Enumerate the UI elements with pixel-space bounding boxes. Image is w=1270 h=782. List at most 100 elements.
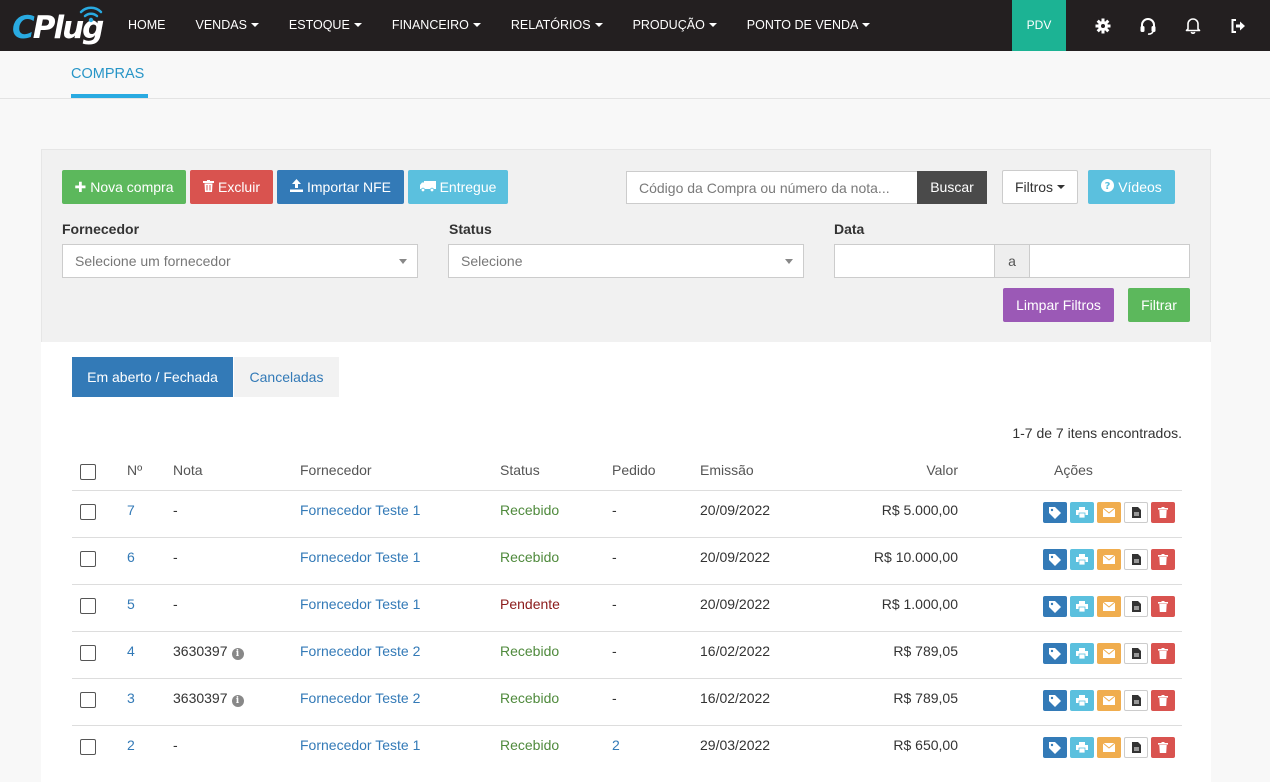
row-checkbox[interactable] bbox=[80, 645, 96, 661]
nav-item-produ-o[interactable]: PRODUÇÃO bbox=[618, 0, 732, 51]
bell-icon[interactable] bbox=[1173, 0, 1213, 51]
clear-filters-button[interactable]: Limpar Filtros bbox=[1003, 288, 1114, 322]
nav-item-relat-rios[interactable]: RELATÓRIOS bbox=[496, 0, 618, 51]
row-issue-date: 29/03/2022 bbox=[700, 737, 771, 753]
nav-item-vendas[interactable]: VENDAS bbox=[181, 0, 274, 51]
tab-open-closed[interactable]: Em aberto / Fechada bbox=[72, 357, 233, 397]
gear-icon[interactable] bbox=[1083, 0, 1123, 51]
import-nfe-button[interactable]: Importar NFE bbox=[277, 170, 404, 204]
email-action-button[interactable] bbox=[1097, 549, 1121, 570]
row-checkbox[interactable] bbox=[80, 504, 96, 520]
document-action-button[interactable] bbox=[1124, 502, 1148, 523]
email-action-button[interactable] bbox=[1097, 643, 1121, 664]
tag-action-button[interactable] bbox=[1043, 690, 1067, 711]
table-row: 4 3630397 i Fornecedor Teste 2 Recebido - 16/0… bbox=[72, 631, 1182, 678]
tag-action-button[interactable] bbox=[1043, 549, 1067, 570]
row-value: R$ 789,05 bbox=[893, 690, 958, 706]
status-select[interactable]: Selecione bbox=[448, 244, 804, 278]
print-action-button[interactable] bbox=[1070, 690, 1094, 711]
print-action-button[interactable] bbox=[1070, 643, 1094, 664]
nav-item-estoque[interactable]: ESTOQUE bbox=[274, 0, 377, 51]
supplier-select[interactable]: Selecione um fornecedor bbox=[62, 244, 418, 278]
new-purchase-button[interactable]: ✚ Nova compra bbox=[62, 170, 186, 204]
delete-action-button[interactable] bbox=[1151, 737, 1175, 758]
info-icon[interactable]: i bbox=[231, 648, 244, 660]
delete-action-button[interactable] bbox=[1151, 643, 1175, 664]
tag-action-button[interactable] bbox=[1043, 502, 1067, 523]
row-supplier-link[interactable]: Fornecedor Teste 1 bbox=[300, 491, 420, 537]
row-checkbox[interactable] bbox=[80, 692, 96, 708]
nav-item-financeiro[interactable]: FINANCEIRO bbox=[377, 0, 496, 51]
tag-action-button[interactable] bbox=[1043, 643, 1067, 664]
tab-compras[interactable]: COMPRAS bbox=[71, 51, 148, 98]
info-icon[interactable]: i bbox=[231, 695, 244, 707]
tag-action-button[interactable] bbox=[1043, 737, 1067, 758]
print-icon bbox=[1076, 554, 1088, 565]
row-number-link[interactable]: 6 bbox=[127, 538, 135, 584]
row-order[interactable]: 2 bbox=[612, 726, 620, 772]
search-button[interactable]: Buscar bbox=[917, 171, 987, 204]
headset-icon[interactable] bbox=[1128, 0, 1168, 51]
row-number-link[interactable]: 3 bbox=[127, 679, 135, 725]
row-actions bbox=[1043, 549, 1175, 570]
filters-dropdown-button[interactable]: Filtros bbox=[1002, 170, 1078, 204]
email-action-button[interactable] bbox=[1097, 690, 1121, 711]
row-actions bbox=[1043, 737, 1175, 758]
select-all-checkbox[interactable] bbox=[80, 464, 96, 480]
apply-filters-button[interactable]: Filtrar bbox=[1128, 288, 1190, 322]
videos-button[interactable]: ? Vídeos bbox=[1088, 170, 1175, 204]
row-number-link[interactable]: 2 bbox=[127, 726, 135, 772]
tag-icon bbox=[1049, 506, 1061, 519]
row-supplier-link[interactable]: Fornecedor Teste 1 bbox=[300, 585, 420, 631]
row-checkbox[interactable] bbox=[80, 551, 96, 567]
document-action-button[interactable] bbox=[1124, 690, 1148, 711]
top-navbar: CPlug HOME VENDAS ESTOQUE FINANCEIRO RELATÓR… bbox=[0, 0, 1270, 51]
delete-action-button[interactable] bbox=[1151, 690, 1175, 711]
email-action-button[interactable] bbox=[1097, 737, 1121, 758]
row-checkbox[interactable] bbox=[80, 739, 96, 755]
document-action-button[interactable] bbox=[1124, 549, 1148, 570]
print-action-button[interactable] bbox=[1070, 737, 1094, 758]
delivered-button[interactable]: Entregue bbox=[408, 170, 508, 204]
header-nota[interactable]: Nota bbox=[173, 462, 203, 478]
header-issue-date[interactable]: Emissão bbox=[700, 462, 754, 478]
cplug-logo[interactable]: CPlug bbox=[12, 4, 108, 48]
date-end-input[interactable] bbox=[1029, 244, 1190, 278]
document-action-button[interactable] bbox=[1124, 596, 1148, 617]
search-input[interactable] bbox=[626, 171, 918, 204]
print-action-button[interactable] bbox=[1070, 596, 1094, 617]
row-nota: 3630397 i bbox=[173, 679, 244, 725]
row-number-link[interactable]: 5 bbox=[127, 585, 135, 631]
header-status[interactable]: Status bbox=[500, 462, 540, 478]
header-order[interactable]: Pedido bbox=[612, 462, 656, 478]
row-number-link[interactable]: 4 bbox=[127, 632, 135, 678]
row-number-link[interactable]: 7 bbox=[127, 491, 135, 537]
row-supplier-link[interactable]: Fornecedor Teste 2 bbox=[300, 679, 420, 725]
document-action-button[interactable] bbox=[1124, 737, 1148, 758]
email-action-button[interactable] bbox=[1097, 596, 1121, 617]
print-action-button[interactable] bbox=[1070, 549, 1094, 570]
header-supplier[interactable]: Fornecedor bbox=[300, 462, 372, 478]
date-start-input[interactable] bbox=[834, 244, 995, 278]
row-supplier-link[interactable]: Fornecedor Teste 1 bbox=[300, 726, 420, 772]
header-number[interactable]: Nº bbox=[127, 462, 142, 478]
document-action-button[interactable] bbox=[1124, 643, 1148, 664]
nav-item-ponto-de-venda[interactable]: PONTO DE VENDA bbox=[732, 0, 886, 51]
row-supplier-link[interactable]: Fornecedor Teste 1 bbox=[300, 538, 420, 584]
print-action-button[interactable] bbox=[1070, 502, 1094, 523]
email-action-button[interactable] bbox=[1097, 502, 1121, 523]
row-supplier-link[interactable]: Fornecedor Teste 2 bbox=[300, 632, 420, 678]
pdv-button[interactable]: PDV bbox=[1012, 0, 1066, 51]
delete-button[interactable]: Excluir bbox=[190, 170, 273, 204]
row-order: - bbox=[612, 643, 617, 659]
nav-item-home[interactable]: HOME bbox=[113, 0, 181, 51]
delete-action-button[interactable] bbox=[1151, 502, 1175, 523]
tab-canceled[interactable]: Canceladas bbox=[234, 357, 339, 397]
del-icon bbox=[1158, 742, 1168, 753]
header-value[interactable]: Valor bbox=[857, 462, 958, 478]
logout-icon[interactable] bbox=[1218, 0, 1258, 51]
delete-action-button[interactable] bbox=[1151, 549, 1175, 570]
row-checkbox[interactable] bbox=[80, 598, 96, 614]
tag-action-button[interactable] bbox=[1043, 596, 1067, 617]
delete-action-button[interactable] bbox=[1151, 596, 1175, 617]
